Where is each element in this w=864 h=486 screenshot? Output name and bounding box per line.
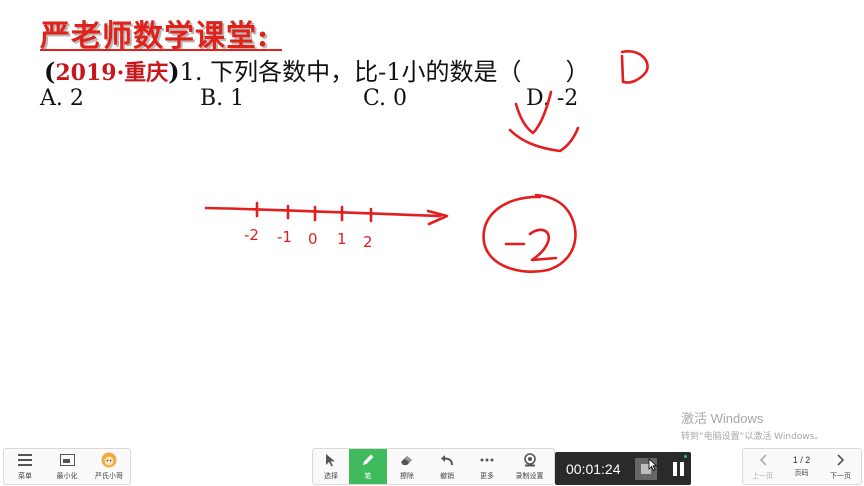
- menu-icon: [17, 452, 33, 468]
- next-page-label: 下一页: [830, 472, 851, 480]
- recording-settings-label: 录制设置: [515, 472, 544, 480]
- cursor-icon: [323, 452, 339, 468]
- handwritten-number-line: -2 -1 0 1 2: [204, 201, 449, 251]
- options: A. 2 B. 1 C. 0 D. -2: [40, 86, 660, 116]
- profile-label: 严氏小哥: [95, 472, 123, 480]
- source-paren-open: (: [44, 57, 56, 86]
- undo-button[interactable]: 撤销: [427, 449, 467, 484]
- page-label: 页码: [794, 469, 809, 477]
- more-button[interactable]: 更多: [467, 449, 507, 484]
- pen-tool-label: 笔: [364, 472, 372, 480]
- number-line-label: 1: [337, 230, 347, 248]
- minimize-icon: [59, 452, 75, 468]
- profile-button[interactable]: 严氏小哥: [88, 449, 130, 484]
- undo-label: 撤销: [440, 472, 454, 480]
- windows-activation-watermark: 激活 Windows 转到“电脑设置”以激活 Windows。: [681, 408, 823, 442]
- option-d: D. -2: [526, 86, 579, 111]
- pause-recording-button[interactable]: [667, 458, 691, 480]
- avatar-icon: [101, 452, 117, 468]
- select-tool-button[interactable]: 选择: [313, 449, 349, 484]
- question-text: 1. 下列各数中，比-1小的数是（: [179, 58, 522, 86]
- number-line-label: 2: [363, 233, 373, 251]
- watermark-subtitle: 转到“电脑设置”以激活 Windows。: [681, 432, 824, 442]
- eraser-icon: [399, 452, 415, 468]
- recording-settings-button[interactable]: 录制设置: [507, 449, 552, 484]
- minimize-label: 最小化: [56, 472, 78, 480]
- recording-controls: 00:01:24: [555, 452, 691, 485]
- handwritten-circled-answer: [482, 193, 577, 273]
- eraser-tool-label: 擦除: [400, 472, 414, 480]
- source-paren-close: ): [168, 57, 180, 86]
- next-page-button[interactable]: 下一页: [821, 449, 860, 484]
- menu-label: 菜单: [18, 472, 32, 480]
- chevron-left-icon: [755, 452, 771, 468]
- prev-page-button[interactable]: 上一页: [743, 449, 782, 484]
- whiteboard[interactable]: 严老师数学课堂: (2019·重庆)1. 下列各数中，比-1小的数是（） A. …: [0, 0, 864, 442]
- left-toolbar: 菜单 最小化 严氏小哥: [3, 448, 131, 485]
- question-close: ）: [565, 58, 590, 86]
- page-number: 1 / 2: [792, 455, 811, 465]
- handwritten-answer-d: [620, 50, 649, 84]
- select-tool-label: 选择: [324, 472, 338, 480]
- camera-settings-icon: [522, 452, 538, 468]
- option-b: B. 1: [200, 86, 245, 111]
- undo-icon: [439, 452, 455, 468]
- more-label: 更多: [480, 472, 494, 480]
- number-line-label: 0: [308, 230, 318, 248]
- pen-icon: [360, 452, 376, 468]
- minimize-button[interactable]: 最小化: [46, 449, 88, 484]
- drawing-toolbar: 选择 笔 擦除 撤销 更多 录制设置: [312, 448, 555, 485]
- number-line-label: -2: [244, 226, 259, 244]
- menu-button[interactable]: 菜单: [4, 449, 46, 484]
- eraser-tool-button[interactable]: 擦除: [387, 449, 427, 484]
- pagination-toolbar: 上一页 1 / 2 页码 下一页: [742, 448, 862, 485]
- page-indicator[interactable]: 1 / 2 页码: [782, 449, 821, 484]
- option-a: A. 2: [40, 86, 84, 111]
- more-icon: [479, 452, 495, 468]
- pen-tool-button[interactable]: 笔: [349, 449, 387, 484]
- watermark-title: 激活 Windows: [681, 411, 764, 426]
- question-line: (2019·重庆)1. 下列各数中，比-1小的数是（ ）: [44, 52, 590, 87]
- recording-status-dot: [684, 455, 687, 458]
- chevron-right-icon: [833, 452, 849, 468]
- number-line-label: -1: [277, 228, 292, 246]
- recording-timer: 00:01:24: [566, 460, 621, 477]
- mouse-cursor-icon: [648, 458, 658, 472]
- title-underline: [40, 49, 282, 51]
- option-c: C. 0: [363, 86, 408, 111]
- prev-page-label: 上一页: [752, 472, 773, 480]
- question-source: 2019·重庆: [55, 60, 169, 86]
